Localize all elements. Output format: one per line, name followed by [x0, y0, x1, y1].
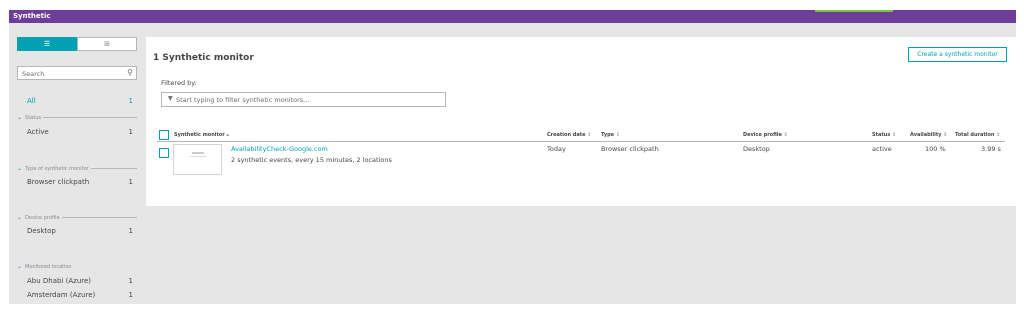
facet-item-active[interactable]: Active 1 [27, 128, 133, 136]
facet-item-all[interactable]: All 1 [27, 97, 133, 105]
chevron-down-icon: ⌄ [17, 165, 23, 172]
facet-count: 1 [128, 128, 133, 136]
sort-asc-icon: ▴ [226, 132, 230, 138]
select-all-checkbox[interactable] [159, 130, 169, 140]
chevron-down-icon: ⌄ [17, 114, 23, 121]
grid-view-button[interactable]: ⊞ [77, 37, 137, 51]
sort-icon: ⇕ [587, 132, 592, 138]
monitor-details: 2 synthetic events, every 15 minutes, 2 … [231, 156, 392, 164]
facet-item-amsterdam[interactable]: Amsterdam (Azure) 1 [27, 291, 133, 299]
sort-icon: ⇕ [892, 132, 897, 138]
sort-icon: ⇕ [783, 132, 788, 138]
search-field[interactable]: ⚲ [17, 66, 137, 80]
facet-header-status[interactable]: ⌄ Status [17, 114, 137, 121]
sort-icon: ⇕ [996, 132, 1001, 138]
top-bar: Synthetic [9, 10, 1016, 23]
search-input[interactable] [22, 68, 122, 79]
view-toggle: ☰ ⊞ [17, 37, 137, 51]
facet-header-device[interactable]: ⌄ Device profile [17, 214, 137, 221]
facet-header-location[interactable]: ⌄ Monitored location [17, 263, 137, 270]
column-header-type[interactable]: Type ⇕ [601, 132, 620, 138]
facet-header-type[interactable]: ⌄ Type of synthetic monitor [17, 165, 137, 172]
cell-status: active [872, 145, 892, 153]
list-view-button[interactable]: ☰ [17, 37, 77, 51]
column-header-availability[interactable]: Availability ⇕ [910, 132, 947, 138]
filter-icon: ▼ [168, 95, 173, 102]
main-panel [146, 37, 1016, 206]
facet-count: 1 [128, 97, 133, 105]
column-header-duration[interactable]: Total duration ⇕ [955, 132, 1000, 138]
facet-label: Abu Dhabi (Azure) [27, 277, 92, 285]
facet-label: Browser clickpath [27, 178, 90, 186]
facet-count: 1 [128, 291, 133, 299]
grid-icon: ⊞ [104, 40, 110, 48]
column-header-creation[interactable]: Creation date ⇕ [547, 132, 591, 138]
page-title: 1 Synthetic monitor [153, 53, 254, 63]
column-header-device[interactable]: Device profile ⇕ [743, 132, 788, 138]
column-header-status[interactable]: Status ⇕ [872, 132, 896, 138]
facet-item-desktop[interactable]: Desktop 1 [27, 227, 133, 235]
facet-count: 1 [128, 277, 133, 285]
sort-icon: ⇕ [615, 132, 620, 138]
monitor-thumbnail[interactable] [173, 144, 222, 175]
facet-item-browser-clickpath[interactable]: Browser clickpath 1 [27, 178, 133, 186]
facet-label: Active [27, 128, 49, 136]
table-header-divider [157, 141, 1005, 142]
app-title: Synthetic [13, 12, 51, 20]
facet-label: All [27, 97, 36, 105]
filter-field[interactable]: ▼ [161, 92, 446, 107]
facet-count: 1 [128, 178, 133, 186]
facet-item-abu-dhabi[interactable]: Abu Dhabi (Azure) 1 [27, 277, 133, 285]
cell-type: Browser clickpath [601, 145, 659, 153]
column-header-monitor[interactable]: Synthetic monitor ▴ [174, 132, 229, 138]
facet-count: 1 [128, 227, 133, 235]
filtered-by-label: Filtered by: [161, 79, 197, 87]
create-monitor-button[interactable]: Create a synthetic monitor [908, 47, 1007, 62]
cell-creation-date: Today [547, 145, 566, 153]
list-icon: ☰ [43, 40, 51, 48]
row-checkbox[interactable] [159, 148, 169, 158]
facet-label: Amsterdam (Azure) [27, 291, 96, 299]
filter-input[interactable] [176, 94, 441, 106]
cell-availability: 100 % [925, 145, 946, 153]
cell-duration: 3.99 s [981, 145, 1001, 153]
cell-device: Desktop [743, 145, 770, 153]
facet-label: Desktop [27, 227, 56, 235]
chevron-down-icon: ⌄ [17, 214, 23, 221]
sort-icon: ⇕ [943, 132, 948, 138]
topbar-accent [815, 10, 893, 12]
search-icon[interactable]: ⚲ [127, 68, 133, 77]
monitor-name-link[interactable]: AvailabilityCheck-Google.com [231, 145, 328, 153]
chevron-down-icon: ⌄ [17, 263, 23, 270]
